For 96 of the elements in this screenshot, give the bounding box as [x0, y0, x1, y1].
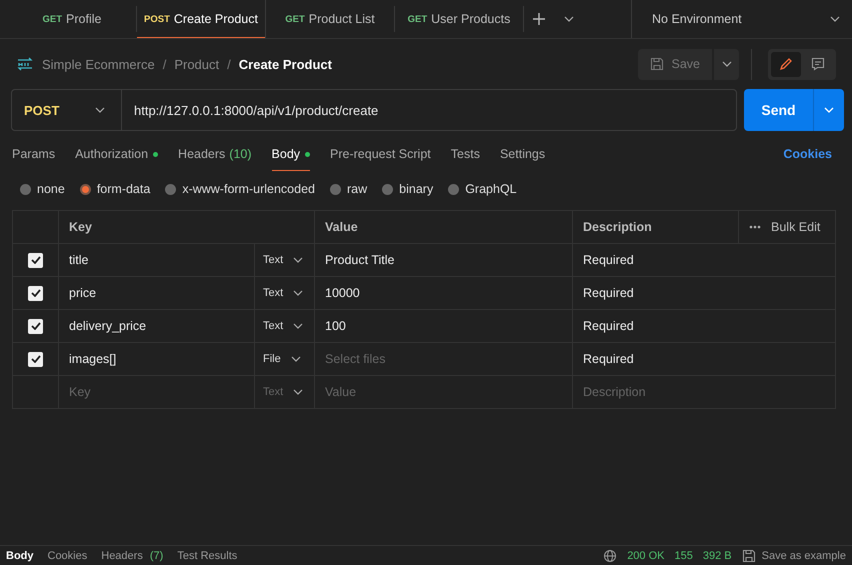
response-tab[interactable]: Test Results: [177, 550, 238, 562]
request-tab[interactable]: GET Profile: [8, 6, 137, 32]
checkmark-icon: [30, 256, 40, 264]
cookies-link[interactable]: Cookies: [783, 147, 832, 161]
body-type-option[interactable]: form-data: [80, 182, 150, 196]
request-section-tab[interactable]: Body: [272, 137, 310, 171]
breadcrumb-separator: /: [227, 56, 231, 72]
environment-label: No Environment: [652, 12, 742, 26]
type-selector[interactable]: Text: [263, 254, 304, 266]
table-cell: price: [58, 277, 254, 309]
plus-icon: [532, 12, 546, 26]
tab-title: Create Product: [174, 12, 258, 26]
table-cell: Product Title: [314, 244, 572, 276]
method-label: GET: [408, 14, 428, 24]
caret-icon: [290, 356, 301, 362]
caret-icon: [293, 323, 304, 329]
caret-icon: [722, 61, 732, 67]
column-header: Value: [314, 211, 572, 243]
radio-button[interactable]: [20, 184, 31, 194]
caret-icon: [830, 16, 840, 22]
body-type-option[interactable]: none: [20, 182, 65, 196]
tab-title: Profile: [66, 12, 102, 26]
column-header: Description: [572, 211, 738, 243]
method-label: POST: [24, 102, 60, 118]
table-cell: 100: [314, 310, 572, 342]
radio-button[interactable]: [330, 184, 341, 194]
checkbox[interactable]: [28, 318, 43, 334]
breadcrumb-link[interactable]: Simple Ecommerce: [42, 56, 155, 72]
table-cell: title: [58, 244, 254, 276]
response-tab[interactable]: Cookies: [48, 550, 88, 562]
caret-icon: [293, 290, 304, 296]
caret-icon: [293, 389, 304, 395]
caret-icon: [564, 16, 574, 22]
checkbox[interactable]: [28, 286, 43, 300]
radio-button[interactable]: [382, 184, 394, 194]
checkmark-icon: [30, 289, 40, 297]
breadcrumb-separator: /: [162, 56, 166, 72]
environment-selector[interactable]: No Environment: [631, 0, 852, 38]
comment-icon: [811, 57, 825, 71]
checkbox[interactable]: [28, 352, 43, 366]
request-tab[interactable]: POST Create Product: [137, 0, 266, 38]
url-field[interactable]: POST http://127.0.0.1:8000/api/v1/product/create: [11, 89, 737, 131]
table-cell: images[]: [58, 343, 254, 375]
request-tab[interactable]: GET Product List: [266, 6, 395, 32]
type-selector[interactable]: Text: [263, 287, 304, 299]
response-tab[interactable]: Body: [6, 550, 34, 562]
checkbox[interactable]: [28, 252, 43, 268]
save-example-button[interactable]: Save as example: [742, 548, 846, 562]
bulk-edit-button[interactable]: Bulk Edit: [771, 220, 820, 234]
caret-icon: [95, 107, 105, 113]
table-cell: 10000: [314, 277, 572, 309]
body-type-option[interactable]: raw: [330, 182, 368, 196]
table-cell: Required: [572, 343, 835, 375]
arrows-icon: [16, 56, 34, 72]
checkmark-icon: [30, 355, 40, 363]
tab-title: User Products: [431, 12, 510, 26]
response-tab[interactable]: Headers (7): [101, 550, 164, 562]
table-cell: Required: [572, 277, 835, 309]
status-code: 200 OK: [627, 550, 664, 562]
method-label: POST: [144, 14, 170, 24]
method-selector[interactable]: POST: [12, 90, 122, 130]
body-type-option[interactable]: binary: [382, 182, 434, 196]
caret-icon: [824, 107, 834, 113]
type-selector[interactable]: File: [263, 353, 301, 365]
request-section-tab[interactable]: Settings: [500, 137, 546, 171]
radio-button[interactable]: [165, 184, 176, 194]
tab-title: Product List: [308, 12, 375, 26]
request-section-tab[interactable]: Headers (10): [178, 137, 252, 171]
method-label: GET: [285, 14, 305, 24]
checkmark-icon: [30, 322, 40, 330]
response-time: 155: [674, 550, 693, 562]
request-section-tab[interactable]: Tests: [450, 137, 480, 171]
column-header: Key: [58, 211, 314, 243]
body-type-option[interactable]: x-www-form-urlencoded: [165, 182, 315, 196]
radio-button[interactable]: [80, 184, 91, 194]
type-selector[interactable]: Text: [263, 320, 304, 332]
body-type-option[interactable]: GraphQL: [448, 182, 517, 196]
radio-button[interactable]: [448, 184, 460, 194]
request-section-tab[interactable]: Authorization: [75, 137, 158, 171]
bulk-edit-button[interactable]: [749, 225, 761, 229]
request-name: Create Product: [238, 56, 332, 72]
method-label: GET: [42, 14, 62, 24]
more-icon: [749, 225, 761, 229]
table-cell: Required: [572, 310, 835, 342]
request-section-tab[interactable]: Params: [12, 137, 56, 171]
edit-button[interactable]: [771, 52, 801, 76]
globe-icon: [603, 548, 618, 562]
breadcrumb-link[interactable]: Product: [174, 56, 220, 72]
send-button[interactable]: Send: [744, 89, 813, 131]
table-cell: Required: [572, 244, 835, 276]
caret-icon: [293, 257, 304, 263]
pencil-icon: [779, 57, 793, 71]
request-tab[interactable]: GET User Products: [395, 6, 524, 32]
request-section-tab[interactable]: Pre-request Script: [330, 137, 431, 171]
response-size: 392 B: [702, 550, 732, 562]
table-cell: delivery_price: [58, 310, 254, 342]
